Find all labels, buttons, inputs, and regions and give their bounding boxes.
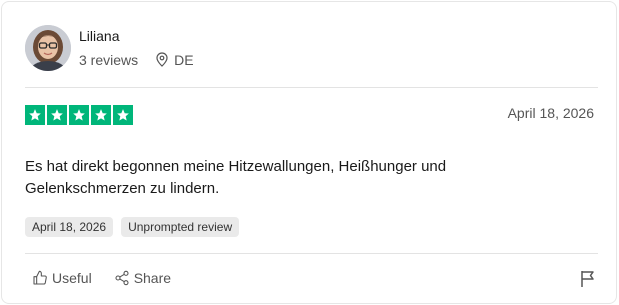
actions-divider bbox=[25, 253, 598, 254]
report-button[interactable] bbox=[580, 270, 596, 293]
star-icon bbox=[95, 109, 107, 121]
reviewer-stats: 3 reviews DE bbox=[79, 52, 194, 68]
star-icon bbox=[29, 109, 41, 121]
avatar[interactable] bbox=[25, 25, 71, 71]
review-actions: Useful Share bbox=[32, 270, 171, 286]
share-label: Share bbox=[133, 270, 172, 286]
thumbs-up-icon bbox=[33, 270, 47, 285]
star-icon bbox=[117, 109, 129, 121]
reviewer-name[interactable]: Liliana bbox=[79, 27, 194, 45]
star-icon bbox=[51, 109, 63, 121]
useful-label: Useful bbox=[52, 270, 92, 286]
avatar-image bbox=[25, 25, 71, 71]
useful-button[interactable]: Useful bbox=[32, 270, 92, 286]
share-icon bbox=[115, 270, 129, 286]
reviewer-meta: Liliana 3 reviews DE bbox=[79, 27, 194, 68]
star-4 bbox=[91, 105, 111, 125]
review-body: Es hat direkt begonnen meine Hitzewallun… bbox=[25, 156, 585, 200]
location-pin-icon bbox=[156, 52, 168, 67]
star-5 bbox=[113, 105, 133, 125]
reviewer-header: Liliana 3 reviews DE bbox=[25, 25, 194, 71]
flag-icon bbox=[581, 271, 594, 287]
star-rating bbox=[25, 105, 133, 125]
date-tag: April 18, 2026 bbox=[25, 217, 114, 237]
review-text-line-2: Gelenkschmerzen zu lindern. bbox=[25, 180, 220, 197]
star-1 bbox=[25, 105, 45, 125]
country-code: DE bbox=[174, 51, 194, 68]
review-date: April 18, 2026 bbox=[507, 105, 594, 121]
reviews-count: 3 reviews bbox=[79, 51, 139, 68]
star-2 bbox=[47, 105, 67, 125]
review-card: Liliana 3 reviews DE April 18, 2026 Es h… bbox=[1, 1, 617, 304]
header-divider bbox=[25, 87, 598, 88]
star-icon bbox=[73, 109, 85, 121]
share-button[interactable]: Share bbox=[114, 270, 171, 286]
reviewer-country: DE bbox=[156, 51, 194, 68]
star-3 bbox=[69, 105, 89, 125]
review-text-line-1: Es hat direkt begonnen meine Hitzewallun… bbox=[25, 158, 447, 175]
unprompted-review-tag[interactable]: Unprompted review bbox=[121, 217, 240, 237]
review-tags: April 18, 2026 Unprompted review bbox=[25, 217, 240, 237]
